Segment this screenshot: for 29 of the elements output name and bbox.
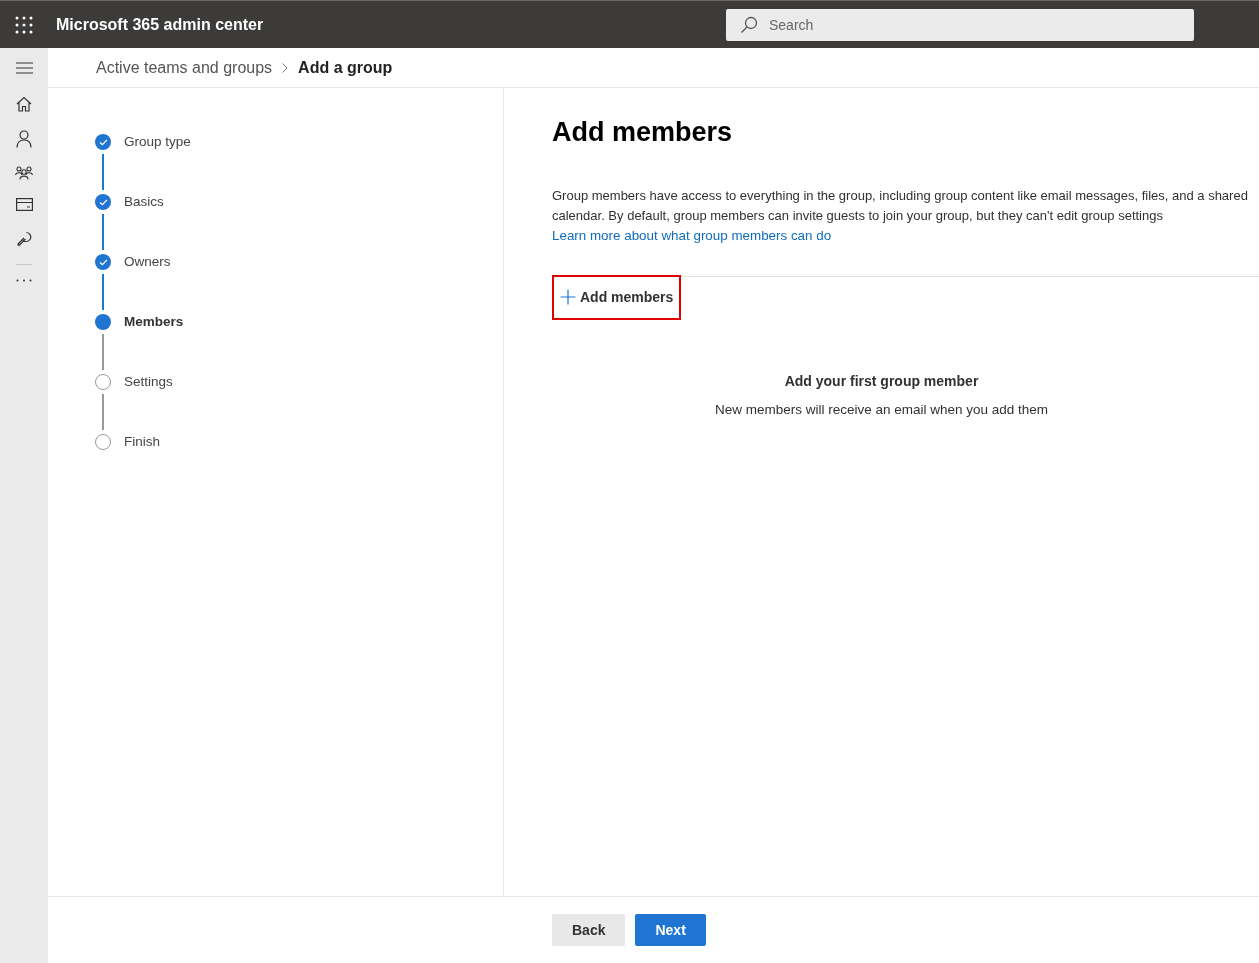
plus-icon	[560, 289, 576, 305]
empty-state-text: New members will receive an email when you add them	[714, 400, 1049, 419]
app-title: Microsoft 365 admin center	[56, 14, 264, 35]
step-label: Members	[124, 312, 184, 331]
description-text: Group members have access to everything in the group, including group content like email messages, files, and a shared calendar. By default, group members can invite guests to join your group, but they can't edit group settings	[552, 186, 1249, 225]
step-label: Finish	[124, 432, 160, 451]
more-icon[interactable]	[16, 279, 32, 282]
breadcrumb-current: Add a group	[298, 57, 393, 78]
wrench-icon[interactable]	[15, 229, 33, 246]
search-icon	[740, 15, 758, 34]
app-launcher-icon[interactable]	[15, 15, 33, 34]
search-field[interactable]: Search	[726, 8, 1194, 41]
group-icon[interactable]	[15, 166, 33, 180]
step-label: Group type	[124, 132, 191, 151]
empty-state-title: Add your first group member	[784, 371, 979, 391]
menu-icon[interactable]	[15, 62, 33, 74]
learn-more-link[interactable]: Learn more about what group members can do	[552, 225, 832, 246]
step-label: Owners	[124, 252, 171, 271]
step-label: Basics	[124, 192, 164, 211]
home-icon[interactable]	[16, 96, 32, 112]
card-icon[interactable]	[15, 198, 33, 211]
breadcrumb-link[interactable]: Active teams and groups	[96, 55, 273, 80]
step-label: Settings	[124, 372, 173, 391]
back-button[interactable]: Back	[552, 914, 626, 946]
person-icon[interactable]	[16, 130, 32, 148]
chevron-right-icon	[282, 62, 289, 73]
next-button[interactable]: Next	[635, 914, 706, 946]
add-members-button[interactable]: Add members	[552, 274, 682, 320]
page-heading: Add members	[552, 116, 734, 149]
